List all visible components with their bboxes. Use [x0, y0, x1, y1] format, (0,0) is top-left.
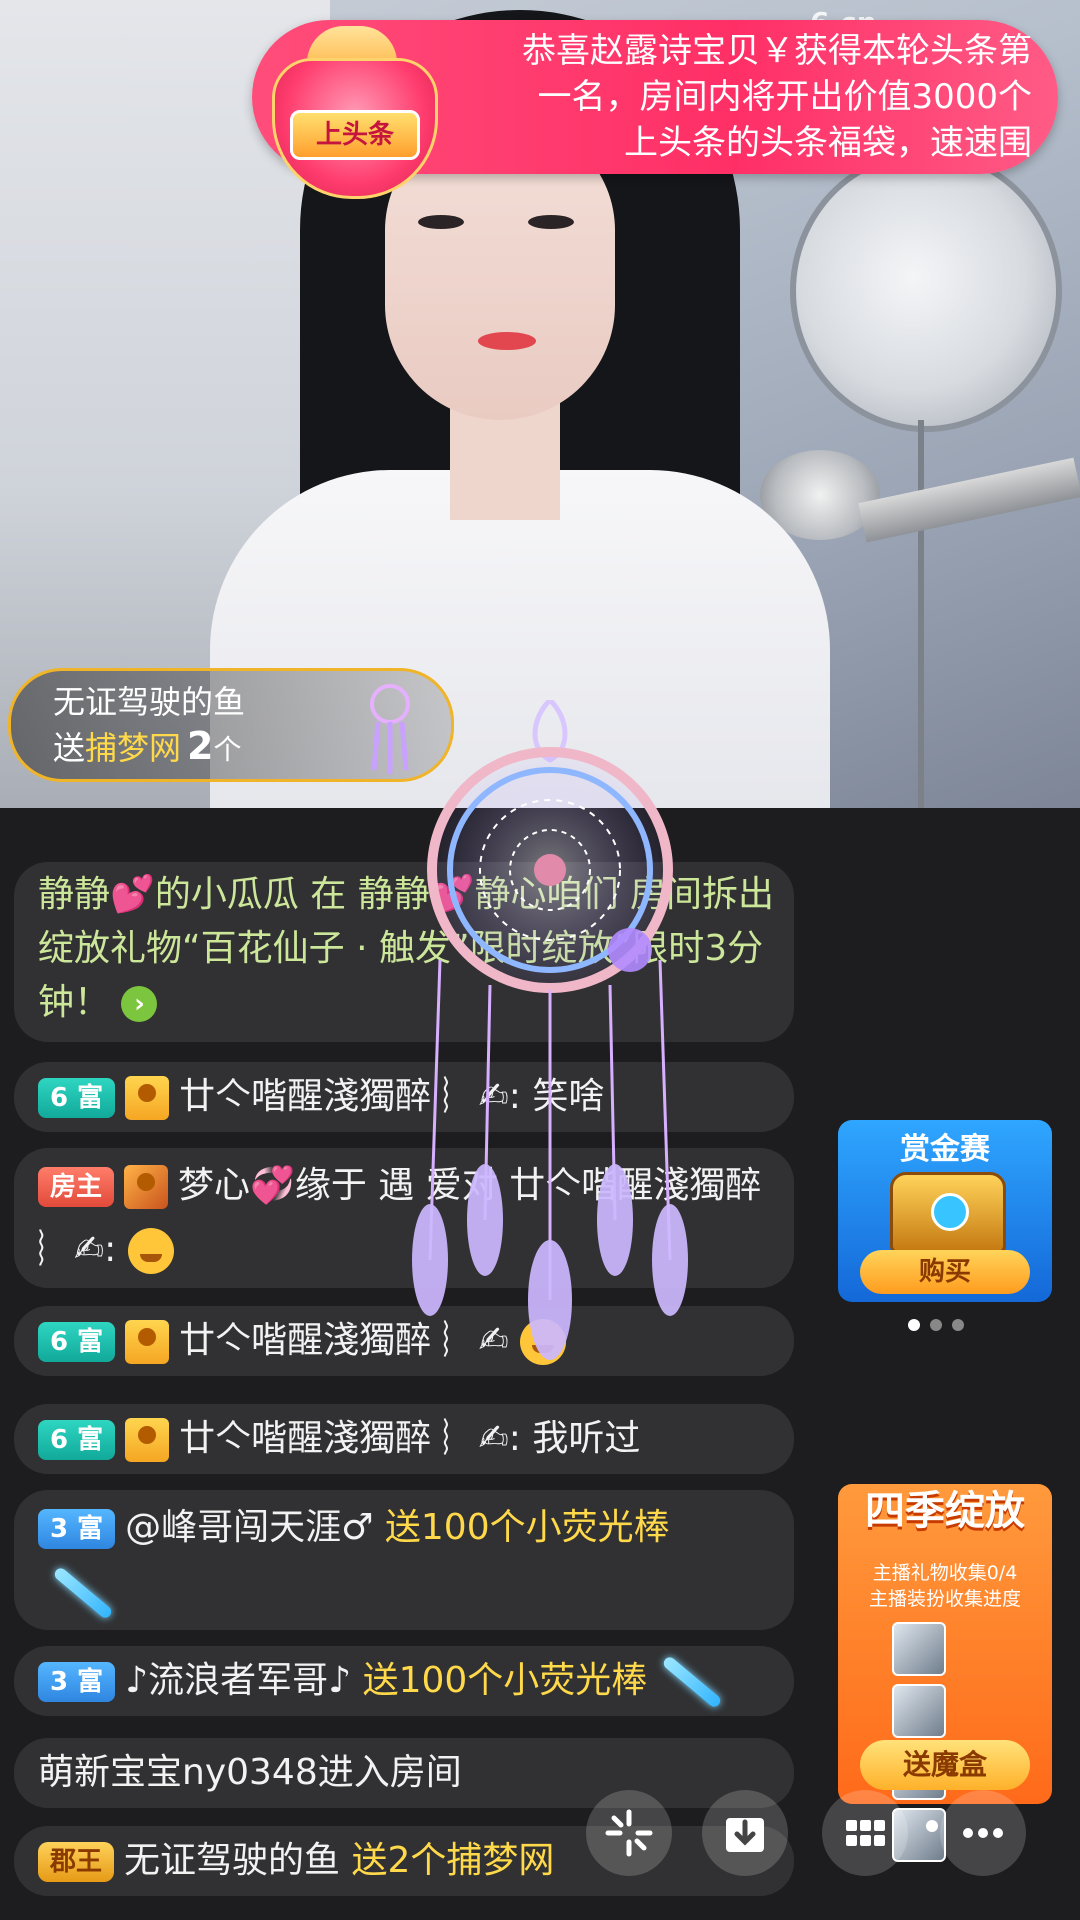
bounty-contest-card[interactable]: 赏金赛 购买	[838, 1120, 1052, 1302]
chat-row: 3 富 @峰哥闯天涯♂ 送100个小荧光棒	[14, 1490, 794, 1630]
dreamcatcher-small-icon	[370, 684, 410, 774]
lucky-bag-label: 上头条	[290, 110, 420, 160]
user-avatar-icon[interactable]	[125, 1076, 170, 1120]
chat-row: 6 富 廿亽喈醒淺獨醉 ︴✍: 笑啥	[14, 1062, 794, 1132]
headline-banner-text: 恭喜赵露诗宝贝￥获得本轮头条第一名，房间内将开出价值3000个上头条的头条福袋，…	[522, 31, 1032, 163]
season-progress-1: 主播礼物收集0/4	[872, 1562, 1018, 1584]
smile-emoji-icon	[127, 1228, 174, 1274]
rich-level-badge: 6 富	[38, 1322, 116, 1362]
chat-text: : 我听过	[508, 1418, 641, 1459]
gift-toast-unit: 个	[213, 733, 242, 766]
sparkle-icon[interactable]	[586, 1790, 672, 1876]
microphone-arm	[858, 457, 1080, 543]
season-thumb	[892, 1684, 946, 1738]
more-glyph	[963, 1828, 1003, 1838]
chat-user[interactable]: @峰哥闯天涯♂	[125, 1507, 373, 1548]
gift-toast-line: 送捕梦网 2个	[53, 723, 242, 769]
lucky-bag-icon[interactable]: 上头条	[262, 18, 442, 199]
host-badge: 房主	[38, 1167, 115, 1207]
chat-row: 郡王 无证驾驶的鱼 送2个捕梦网	[14, 1826, 794, 1896]
chat-row: 3 富 ♪流浪者军哥♪ 送100个小荧光棒	[14, 1646, 794, 1716]
chat-user[interactable]: 廿亽喈醒淺獨醉 ︴✍	[179, 1076, 509, 1117]
chat-user[interactable]: 梦心	[178, 1165, 250, 1206]
four-seasons-card[interactable]: 四季绽放 主播礼物收集0/4 主播装扮收集进度 送魔盒	[838, 1484, 1052, 1862]
chat-user[interactable]: ♪流浪者军哥♪	[125, 1660, 351, 1701]
glow-stick-icon	[52, 1565, 114, 1621]
chat-row: 6 富 廿亽喈醒淺獨醉 ︴✍: 我听过	[14, 1404, 794, 1474]
carousel-dot-active	[908, 1319, 920, 1331]
heart-icon: 💞	[250, 1165, 295, 1206]
gift-toast-verb: 送	[53, 729, 86, 767]
more-icon[interactable]	[940, 1790, 1026, 1876]
chat-user[interactable]: 廿亽喈醒淺獨醉 ︴✍	[179, 1320, 509, 1361]
user-avatar-icon[interactable]	[125, 1320, 170, 1364]
notification-dot	[926, 1820, 938, 1832]
system-message[interactable]: 静静💕的小瓜瓜 在 静静💕静心咱们 房间拆出绽放礼物“百花仙子 · 触发”限时绽…	[14, 862, 794, 1042]
lamp-stand	[918, 420, 924, 808]
chat-user[interactable]: 廿亽喈醒淺獨醉 ︴✍	[179, 1418, 509, 1459]
user-avatar-icon[interactable]	[124, 1165, 169, 1209]
studio-lamp	[790, 150, 1062, 432]
download-icon[interactable]	[702, 1790, 788, 1876]
season-thumb	[892, 1622, 946, 1676]
chat-text: : 笑啥	[508, 1076, 605, 1117]
treasure-chest-icon	[890, 1172, 1006, 1254]
chevron-right-icon[interactable]: ›	[121, 986, 158, 1022]
season-title: 四季绽放	[865, 1488, 1025, 1534]
chat-row: 6 富 廿亽喈醒淺獨醉 ︴✍	[14, 1306, 794, 1376]
streamer-eye-left	[418, 215, 464, 229]
download-glyph	[726, 1818, 764, 1852]
chat-gift-text: 送100个小荧光棒	[362, 1660, 648, 1701]
carousel-dot	[930, 1319, 942, 1331]
chat-row: 房主 梦心💞缘于 遇 爱对 廿亽喈醒淺獨醉 ︴✍:	[14, 1148, 794, 1288]
bounty-title: 赏金赛	[900, 1132, 990, 1167]
rich-level-badge: 6 富	[38, 1078, 116, 1118]
chat-gift-text: 送2个捕梦网	[351, 1840, 555, 1881]
send-magic-box-button[interactable]: 送魔盒	[860, 1740, 1030, 1790]
bounty-buy-button[interactable]: 购买	[860, 1250, 1030, 1294]
gift-toast-gift: 捕梦网	[85, 729, 182, 767]
chat-gift-text: 送100个小荧光棒	[384, 1507, 670, 1548]
carousel-dot	[952, 1319, 964, 1331]
sparkle-glyph	[605, 1809, 653, 1857]
chat-user[interactable]: 无证驾驶的鱼	[124, 1840, 340, 1881]
carousel-dots	[908, 1316, 974, 1335]
grid-glyph	[846, 1820, 885, 1846]
streamer-eye-right	[528, 215, 574, 229]
chat-row: 萌新宝宝ny0348进入房间	[14, 1738, 794, 1808]
enter-room-text: 萌新宝宝ny0348进入房间	[38, 1752, 462, 1793]
rich-level-badge: 3 富	[38, 1509, 116, 1549]
user-avatar-icon[interactable]	[125, 1418, 170, 1462]
noble-badge: 郡王	[38, 1842, 115, 1882]
rich-level-badge: 3 富	[38, 1662, 116, 1702]
streamer-lips	[478, 332, 536, 350]
grin-emoji-icon	[520, 1319, 567, 1365]
grid-icon[interactable]	[822, 1790, 908, 1876]
gift-toast-count: 2	[187, 724, 214, 768]
gift-toast-user: 无证驾驶的鱼	[53, 683, 246, 721]
season-progress-2: 主播装扮收集进度	[868, 1588, 1021, 1610]
glow-stick-icon	[661, 1654, 723, 1710]
rich-level-badge: 6 富	[38, 1420, 116, 1460]
